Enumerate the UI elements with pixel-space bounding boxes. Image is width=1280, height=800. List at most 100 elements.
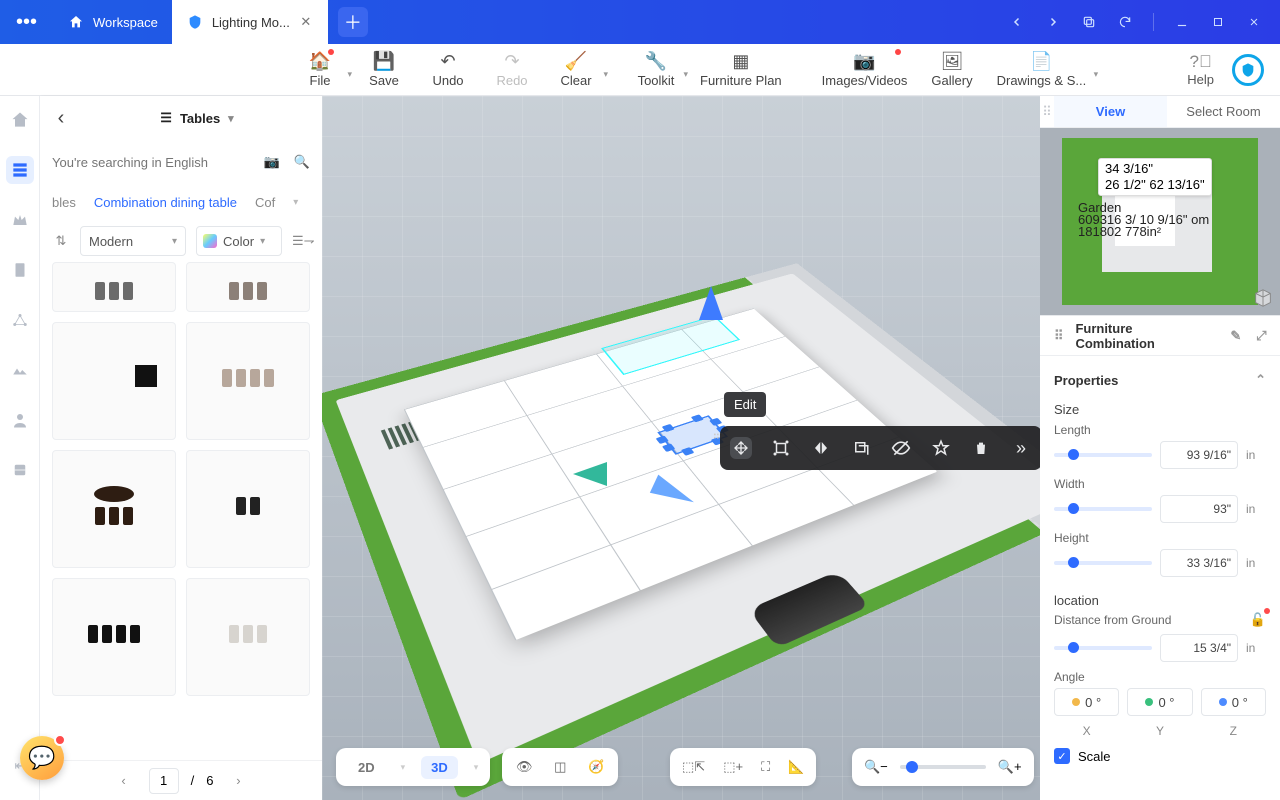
angle-y[interactable]: 0 ° (1127, 688, 1192, 716)
catalog-item[interactable] (52, 450, 176, 568)
back-icon[interactable]: ‹ (50, 107, 72, 130)
snap-icon[interactable] (770, 437, 792, 459)
height-slider[interactable] (1054, 561, 1152, 565)
length-slider[interactable] (1054, 453, 1152, 457)
close-icon[interactable]: ✕ (298, 14, 314, 30)
mirror-icon[interactable] (810, 437, 832, 459)
redo-button[interactable]: ↷Redo (492, 51, 532, 88)
copy-icon[interactable] (1081, 14, 1097, 30)
catalog-item[interactable] (186, 450, 310, 568)
search-icon[interactable]: 🔍 (294, 154, 310, 170)
furniture-plan-button[interactable]: ▦Furniture Plan (700, 51, 782, 88)
width-slider[interactable] (1054, 507, 1152, 511)
refresh-icon[interactable] (1117, 14, 1133, 30)
move-icon[interactable] (730, 437, 752, 459)
view-2d[interactable]: 2D (348, 756, 385, 779)
rail-catalog-icon[interactable] (6, 156, 34, 184)
minimize-icon[interactable] (1174, 14, 1190, 30)
compass-icon[interactable]: 🧭 (586, 759, 606, 775)
window-close-icon[interactable] (1246, 14, 1262, 30)
page-prev-icon[interactable]: ‹ (111, 773, 137, 788)
brand-icon[interactable] (1232, 54, 1264, 86)
expand-icon[interactable]: ⤢ (1253, 328, 1270, 344)
duplicate-icon[interactable] (850, 437, 872, 459)
measure-icon[interactable]: 📐 (788, 759, 804, 775)
select-add-icon[interactable]: ⬚+ (723, 759, 743, 775)
view-3d[interactable]: 3D (421, 756, 458, 779)
favorite-icon[interactable] (930, 437, 952, 459)
clear-button[interactable]: 🧹Clear▾ (556, 51, 596, 88)
catalog-item[interactable] (186, 322, 310, 440)
panel-grip-icon[interactable]: ⠿ (1040, 96, 1054, 127)
context-grip-icon[interactable]: ⠿ (712, 432, 718, 464)
drawings-button[interactable]: 📄Drawings & S...▾ (997, 51, 1087, 88)
view-cube-icon[interactable] (1252, 287, 1274, 309)
edit-icon[interactable]: ✎ (1227, 328, 1244, 344)
catalog-item[interactable] (52, 578, 176, 696)
scale-checkbox[interactable]: ✓Scale (1054, 738, 1266, 774)
gallery-button[interactable]: 🖼Gallery (931, 51, 972, 88)
minimap-tab-view[interactable]: View (1054, 96, 1167, 127)
tab-active[interactable]: Lighting Mo... ✕ (172, 0, 328, 44)
gizmo-up-icon[interactable] (699, 286, 723, 320)
chevron-down-icon[interactable]: ▾ (293, 197, 298, 208)
rail-home-icon[interactable] (6, 106, 34, 134)
filter-tab-active[interactable]: Combination dining table (94, 195, 237, 210)
panel-grip-icon[interactable]: ⠿ (1050, 328, 1067, 344)
gizmo-left-icon[interactable] (573, 462, 607, 486)
sort-icon[interactable]: ⇅ (52, 233, 70, 249)
maximize-icon[interactable] (1210, 14, 1226, 30)
zoom-in-icon[interactable]: 🔍+ (998, 759, 1022, 775)
delete-icon[interactable] (970, 437, 992, 459)
window-menu-icon[interactable]: ••• (0, 11, 53, 34)
color-filter[interactable]: Color▾ (196, 226, 282, 256)
cube-icon[interactable]: ◫ (550, 759, 570, 775)
rail-landscape-icon[interactable] (6, 356, 34, 384)
hide-icon[interactable] (890, 437, 912, 459)
catalog-item[interactable] (52, 322, 176, 440)
rail-door-icon[interactable] (6, 256, 34, 284)
width-value[interactable]: 93" (1160, 495, 1238, 523)
select-rect-icon[interactable]: ⬚⇱ (682, 759, 705, 775)
zoom-slider[interactable] (900, 765, 986, 769)
file-button[interactable]: 🏠File▾ (300, 51, 340, 88)
search-input[interactable] (52, 155, 250, 170)
undo-button[interactable]: ↶Undo (428, 51, 468, 88)
zoom-out-icon[interactable]: 🔍− (864, 759, 888, 775)
angle-z[interactable]: 0 ° (1201, 688, 1266, 716)
length-value[interactable]: 93 9/16" (1160, 441, 1238, 469)
angle-x[interactable]: 0 ° (1054, 688, 1119, 716)
rail-crown-icon[interactable] (6, 206, 34, 234)
filter-tab-next[interactable]: Cof (255, 195, 275, 210)
nav-forward-icon[interactable] (1045, 14, 1061, 30)
rail-cabinet-icon[interactable] (6, 456, 34, 484)
dfg-value[interactable]: 15 3/4" (1160, 634, 1238, 662)
minimap-view[interactable]: 34 3/16" 26 1/2" 62 13/16" Garden 609316… (1040, 128, 1280, 315)
page-next-icon[interactable]: › (225, 773, 251, 788)
tab-workspace[interactable]: Workspace (53, 0, 172, 44)
height-value[interactable]: 33 3/16" (1160, 549, 1238, 577)
fullscreen-icon[interactable]: ⛶ (761, 759, 770, 775)
filter-icon[interactable]: ☰⇁ (292, 233, 310, 249)
style-filter[interactable]: Modern▾ (80, 226, 186, 256)
help-button[interactable]: ?⃝Help (1187, 52, 1214, 87)
filter-tab-prev[interactable]: bles (52, 195, 76, 210)
catalog-item[interactable] (52, 262, 176, 312)
eye-icon[interactable]: 👁 (514, 759, 534, 775)
page-input[interactable] (149, 768, 179, 794)
chat-button[interactable]: 💬 (20, 736, 64, 780)
camera-search-icon[interactable]: 📷 (264, 154, 280, 170)
dfg-slider[interactable] (1054, 646, 1152, 650)
rail-3d-icon[interactable] (6, 306, 34, 334)
catalog-item[interactable] (186, 262, 310, 312)
toolkit-button[interactable]: 🔧Toolkit▾ (636, 51, 676, 88)
chevron-up-icon[interactable]: ⌃ (1255, 372, 1266, 388)
minimap-tab-select[interactable]: Select Room (1167, 96, 1280, 127)
catalog-title[interactable]: ☰ Tables ▾ (82, 110, 312, 126)
catalog-item[interactable] (186, 578, 310, 696)
lock-icon[interactable]: 🔓 (1250, 612, 1266, 628)
nav-back-icon[interactable] (1009, 14, 1025, 30)
more-icon[interactable]: » (1010, 437, 1032, 459)
rail-person-icon[interactable] (6, 406, 34, 434)
save-button[interactable]: 💾Save (364, 51, 404, 88)
